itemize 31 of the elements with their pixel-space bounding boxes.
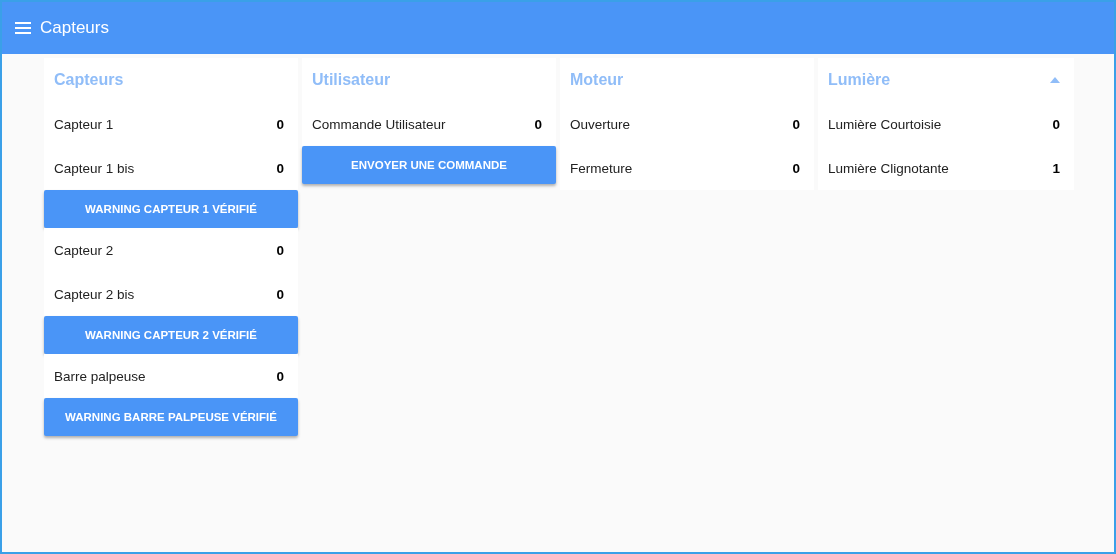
reading-value: 0 <box>276 368 284 384</box>
reading-value: 0 <box>276 160 284 176</box>
reading-value: 1 <box>1052 160 1060 176</box>
reading-label: Capteur 2 <box>54 242 114 258</box>
panel-title: Capteurs <box>54 71 124 89</box>
action-button[interactable]: WARNING CAPTEUR 2 VÉRIFIÉ <box>44 316 298 354</box>
menu-icon[interactable] <box>15 22 31 34</box>
reading-label: Lumière Courtoisie <box>828 116 942 132</box>
reading-label: Barre palpeuse <box>54 368 146 384</box>
reading-label: Fermeture <box>570 160 633 176</box>
reading-value: 0 <box>276 116 284 132</box>
panel-title: Lumière <box>828 71 891 89</box>
reading-label: Capteur 1 <box>54 116 114 132</box>
reading-label: Capteur 2 bis <box>54 286 135 302</box>
reading-value: 0 <box>792 116 800 132</box>
reading-value: 0 <box>276 286 284 302</box>
panel-title: Utilisateur <box>312 71 391 89</box>
reading-label: Commande Utilisateur <box>312 116 446 132</box>
action-button[interactable]: WARNING CAPTEUR 1 VÉRIFIÉ <box>44 190 298 228</box>
panel-title: Moteur <box>570 71 624 89</box>
reading-value: 0 <box>534 116 542 132</box>
caret-icon[interactable] <box>1050 77 1060 83</box>
reading-label: Ouverture <box>570 116 631 132</box>
app-title: Capteurs <box>40 18 109 38</box>
action-button[interactable]: WARNING BARRE PALPEUSE VÉRIFIÉ <box>44 398 298 436</box>
reading-label: Lumière Clignotante <box>828 160 949 176</box>
reading-label: Capteur 1 bis <box>54 160 135 176</box>
reading-value: 0 <box>1052 116 1060 132</box>
reading-value: 0 <box>276 242 284 258</box>
reading-value: 0 <box>792 160 800 176</box>
action-button[interactable]: ENVOYER UNE COMMANDE <box>302 146 556 184</box>
